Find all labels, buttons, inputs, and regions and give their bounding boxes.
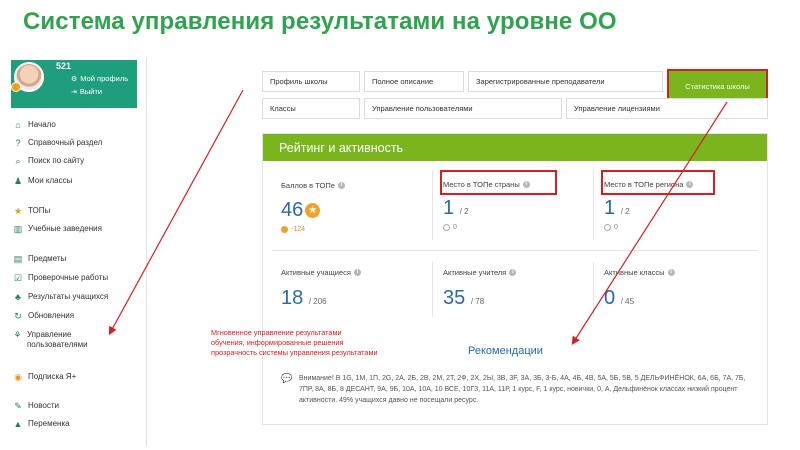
annotation-arrows: [108, 89, 728, 346]
arrow-to-recommendations: [571, 101, 728, 346]
arrow-to-user-management: [108, 89, 244, 336]
